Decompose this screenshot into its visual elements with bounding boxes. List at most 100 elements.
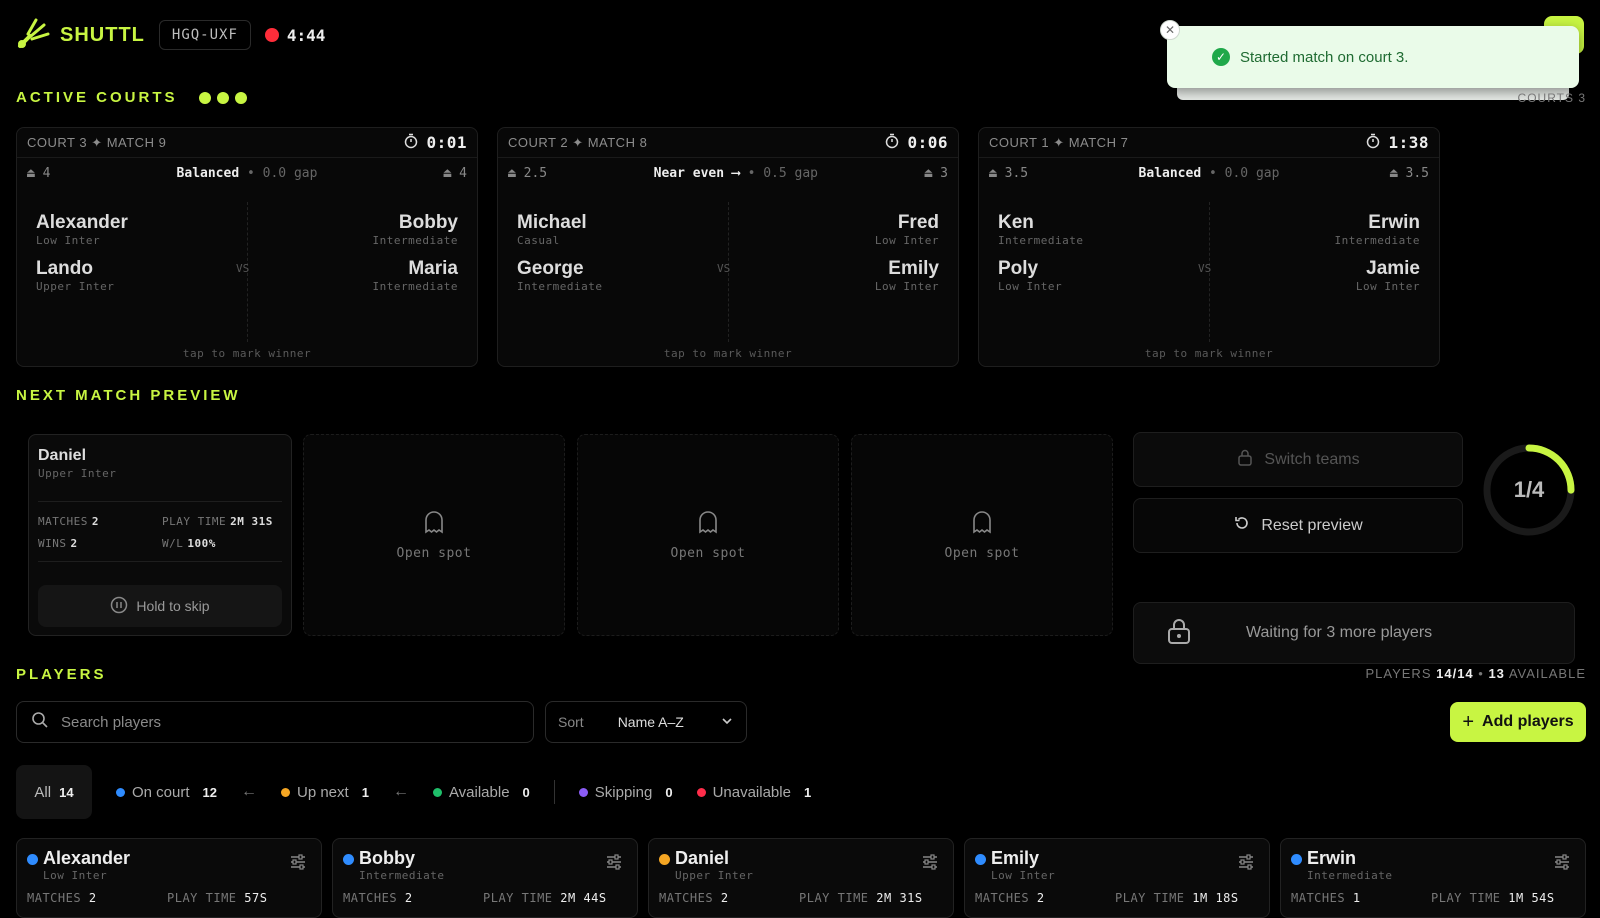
player-slot: Erwin Intermediate: [1334, 212, 1420, 247]
sort-value: Name A–Z: [617, 714, 684, 730]
filter-all[interactable]: All 14: [16, 765, 92, 819]
court-header: COURT 3 ✦ MATCH 9 0:01: [17, 128, 477, 158]
sort-select[interactable]: Sort Name A–Z: [545, 701, 747, 743]
shuttlecock-logo-icon: [16, 16, 52, 55]
player-card[interactable]: Erwin Intermediate MATCHES 1 PLAY TIME 1…: [1280, 838, 1586, 918]
player-name: Bobby: [359, 848, 415, 868]
courts-indicator-dots: [198, 92, 247, 105]
player-slot: Jamie Low Inter: [1355, 258, 1420, 293]
player-card[interactable]: Daniel Upper Inter MATCHES 2 PLAY TIME 2…: [648, 838, 954, 918]
ghost-icon: [423, 510, 445, 538]
team-left-rating: ⏏︎ 3.5: [989, 165, 1029, 181]
weight-icon: ⏏︎: [1389, 165, 1398, 181]
next-player-level: Upper Inter: [38, 467, 117, 480]
open-spot[interactable]: Open spot: [577, 434, 839, 636]
sliders-icon[interactable]: [1237, 853, 1255, 876]
brand-name: SHUTTL: [60, 23, 145, 46]
player-slot: Lando Upper Inter: [36, 258, 115, 293]
player-slot: Emily Low Inter: [874, 258, 939, 293]
filter-unavailable[interactable]: Unavailable 1: [696, 784, 811, 801]
court-label: COURT 3 ✦ MATCH 9: [27, 134, 167, 150]
sliders-icon[interactable]: [289, 853, 307, 876]
player-matches: MATCHES 2: [975, 891, 1045, 905]
search-icon: [31, 711, 49, 734]
vs-label: VS: [717, 262, 731, 275]
weight-icon: ⏏︎: [924, 165, 933, 181]
court-balance: ⏏︎ 4 Balanced • 0.0 gap ⏏︎ 4: [17, 158, 477, 188]
sliders-icon[interactable]: [605, 853, 623, 876]
player-matches: MATCHES 2: [659, 891, 729, 905]
player-card[interactable]: Alexander Low Inter MATCHES 2 PLAY TIME …: [16, 838, 322, 918]
next-player-card[interactable]: Daniel Upper Inter MATCHES 2 PLAY TIME 2M …: [28, 434, 292, 636]
open-spot[interactable]: Open spot: [851, 434, 1113, 636]
chevron-down-icon: [720, 714, 734, 731]
filter-on-court[interactable]: On court 12: [116, 784, 217, 801]
session-code[interactable]: HGQ-UXF: [158, 20, 251, 50]
sliders-icon[interactable]: [1553, 853, 1571, 876]
session-timer: 4:44: [264, 25, 326, 45]
status-dot: [343, 854, 354, 865]
sort-label: Sort: [558, 714, 584, 730]
player-play-time: PLAY TIME 2M 44S: [483, 891, 607, 905]
filter-up-next[interactable]: Up next 1: [281, 784, 369, 801]
player-slot: Fred Low Inter: [874, 212, 939, 247]
player-slot: Poly Low Inter: [998, 258, 1063, 293]
balance-status: Near even ⟶ • 0.5 gap: [653, 165, 819, 181]
search-players[interactable]: [16, 701, 534, 743]
stopwatch-icon: [1366, 133, 1380, 153]
player-name: Daniel: [675, 848, 730, 868]
add-players-button[interactable]: + Add players: [1450, 702, 1586, 742]
player-card[interactable]: Bobby Intermediate MATCHES 2 PLAY TIME 2…: [332, 838, 638, 918]
open-spot[interactable]: Open spot: [303, 434, 565, 636]
brand[interactable]: SHUTTL: [16, 16, 145, 55]
reset-preview-label: Reset preview: [1261, 516, 1363, 534]
court-label: COURT 2 ✦ MATCH 8: [508, 134, 648, 150]
court-card[interactable]: COURT 2 ✦ MATCH 8 0:06 ⏏︎ 2.5 Near even …: [497, 127, 959, 367]
court-header: COURT 1 ✦ MATCH 7 1:38: [979, 128, 1439, 158]
check-circle-icon: ✓: [1212, 48, 1230, 66]
hold-to-skip-label: Hold to skip: [136, 598, 210, 614]
player-card[interactable]: Emily Low Inter MATCHES 2 PLAY TIME 1M 1…: [964, 838, 1270, 918]
next-player-matches: MATCHES 2: [38, 515, 99, 528]
toast-close-button[interactable]: ✕: [1160, 20, 1180, 40]
open-spot-label: Open spot: [670, 545, 746, 561]
session-timer-value: 4:44: [286, 25, 326, 45]
stopwatch-icon: [885, 133, 899, 153]
status-dot: [975, 854, 986, 865]
court-timer-value: 0:06: [907, 133, 948, 152]
next-player-wins: WINS 2: [38, 537, 78, 550]
next-player-name: Daniel: [38, 447, 87, 464]
reset-preview-button[interactable]: Reset preview: [1133, 498, 1463, 553]
team-right-rating: ⏏︎ 3.5: [1389, 165, 1429, 181]
player-name: Erwin: [1307, 848, 1357, 868]
stopwatch-icon: [404, 133, 418, 153]
arrow-left-icon: ←: [241, 783, 257, 800]
waiting-label: Waiting for 3 more players: [1246, 624, 1433, 641]
tap-to-mark-winner: tap to mark winner: [663, 347, 793, 360]
court-card[interactable]: COURT 3 ✦ MATCH 9 0:01 ⏏︎ 4 Balanced • 0…: [16, 127, 478, 367]
status-dot: [659, 854, 670, 865]
player-slot: Alexander Low Inter: [36, 212, 128, 247]
weight-icon: ⏏︎: [443, 165, 452, 181]
sliders-icon[interactable]: [921, 853, 939, 876]
app-header: SHUTTL HGQ-UXF 4:44: [16, 16, 325, 54]
hold-to-skip-button[interactable]: Hold to skip: [38, 585, 282, 627]
player-play-time: PLAY TIME 57S: [167, 891, 268, 905]
court-timer: 0:01: [404, 133, 467, 153]
search-input[interactable]: [61, 713, 501, 731]
filter-available[interactable]: Available 0: [432, 784, 530, 801]
filter-skipping[interactable]: Skipping 0: [578, 784, 673, 801]
player-name: Alexander: [43, 848, 131, 868]
court-matchup: VS Alexander Low Inter Lando Upper Inter B…: [17, 188, 477, 342]
switch-teams-button[interactable]: Switch teams: [1133, 432, 1463, 487]
player-slot: Bobby Intermediate: [372, 212, 458, 247]
weight-icon: ⏏︎: [27, 165, 35, 181]
court-card[interactable]: COURT 1 ✦ MATCH 7 1:38 ⏏︎ 3.5 Balanced •…: [978, 127, 1440, 367]
tap-to-mark-winner: tap to mark winner: [1144, 347, 1274, 360]
player-filters: All 14 On court 12 ← Up next 1 ← Available 0…: [16, 765, 811, 819]
plus-icon: +: [1462, 710, 1475, 733]
arrow-left-icon: ←: [392, 783, 409, 800]
team-left-rating: ⏏︎ 2.5: [508, 165, 548, 181]
player-level: Intermediate: [359, 869, 445, 882]
team-right-rating: ⏏︎ 4: [443, 165, 467, 181]
